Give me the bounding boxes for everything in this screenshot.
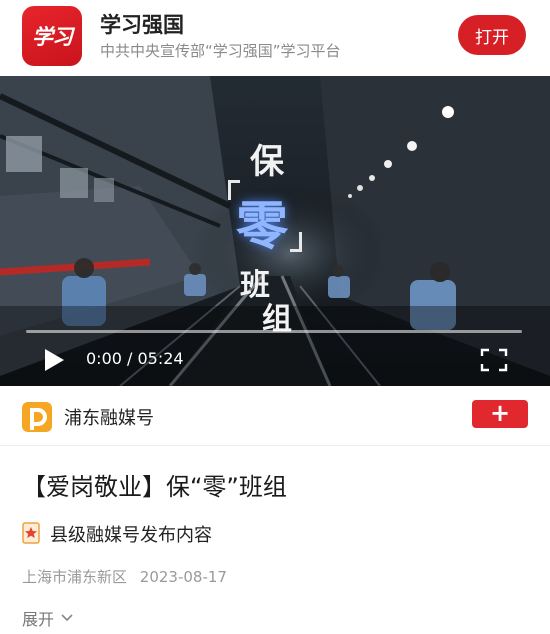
article-date: 2023-08-17 (139, 568, 227, 586)
follow-button[interactable]: + (472, 400, 528, 428)
expand-button[interactable]: 展开 (22, 606, 74, 630)
video-time: 0:00 / 05:24 (86, 349, 184, 368)
video-title-overlay: 保 零 班 组 (228, 126, 328, 337)
open-app-button[interactable]: 打开 (458, 15, 526, 55)
video-player[interactable]: 保 零 班 组 0:00 / 05:24 (0, 76, 550, 386)
overlay-char-bao: 保 (250, 142, 284, 182)
source-account-bar: 浦东融媒号 + (0, 386, 550, 446)
article-meta: 上海市浦东新区 2023-08-17 (22, 566, 227, 587)
overlay-ling-frame: 零 (228, 180, 302, 257)
fullscreen-icon[interactable] (480, 348, 508, 372)
video-progress-bar[interactable] (26, 330, 522, 333)
right-bracket-icon (290, 232, 302, 252)
app-download-banner: 学习 学习强国 中共中央宣传部“学习强国”学习平台 打开 (0, 0, 550, 76)
overlay-char-ling: 零 (236, 196, 289, 257)
chevron-down-icon (61, 614, 73, 622)
app-logo-text: 学习 (32, 24, 73, 49)
publisher-badge-label: 县级融媒号发布内容 (50, 525, 212, 546)
play-icon[interactable] (42, 347, 66, 373)
source-account-name[interactable]: 浦东融媒号 (64, 404, 154, 430)
article-location: 上海市浦东新区 (22, 568, 128, 586)
county-media-badge-icon (22, 522, 40, 544)
article-title: 【爱岗敬业】保“零”班组 (22, 473, 287, 501)
pudong-media-logo-icon (22, 402, 52, 432)
app-name: 学习强国 (100, 13, 184, 37)
app-logo: 学习 (22, 6, 82, 66)
app-description: 中共中央宣传部“学习强国”学习平台 (100, 42, 341, 60)
expand-label: 展开 (22, 610, 55, 629)
